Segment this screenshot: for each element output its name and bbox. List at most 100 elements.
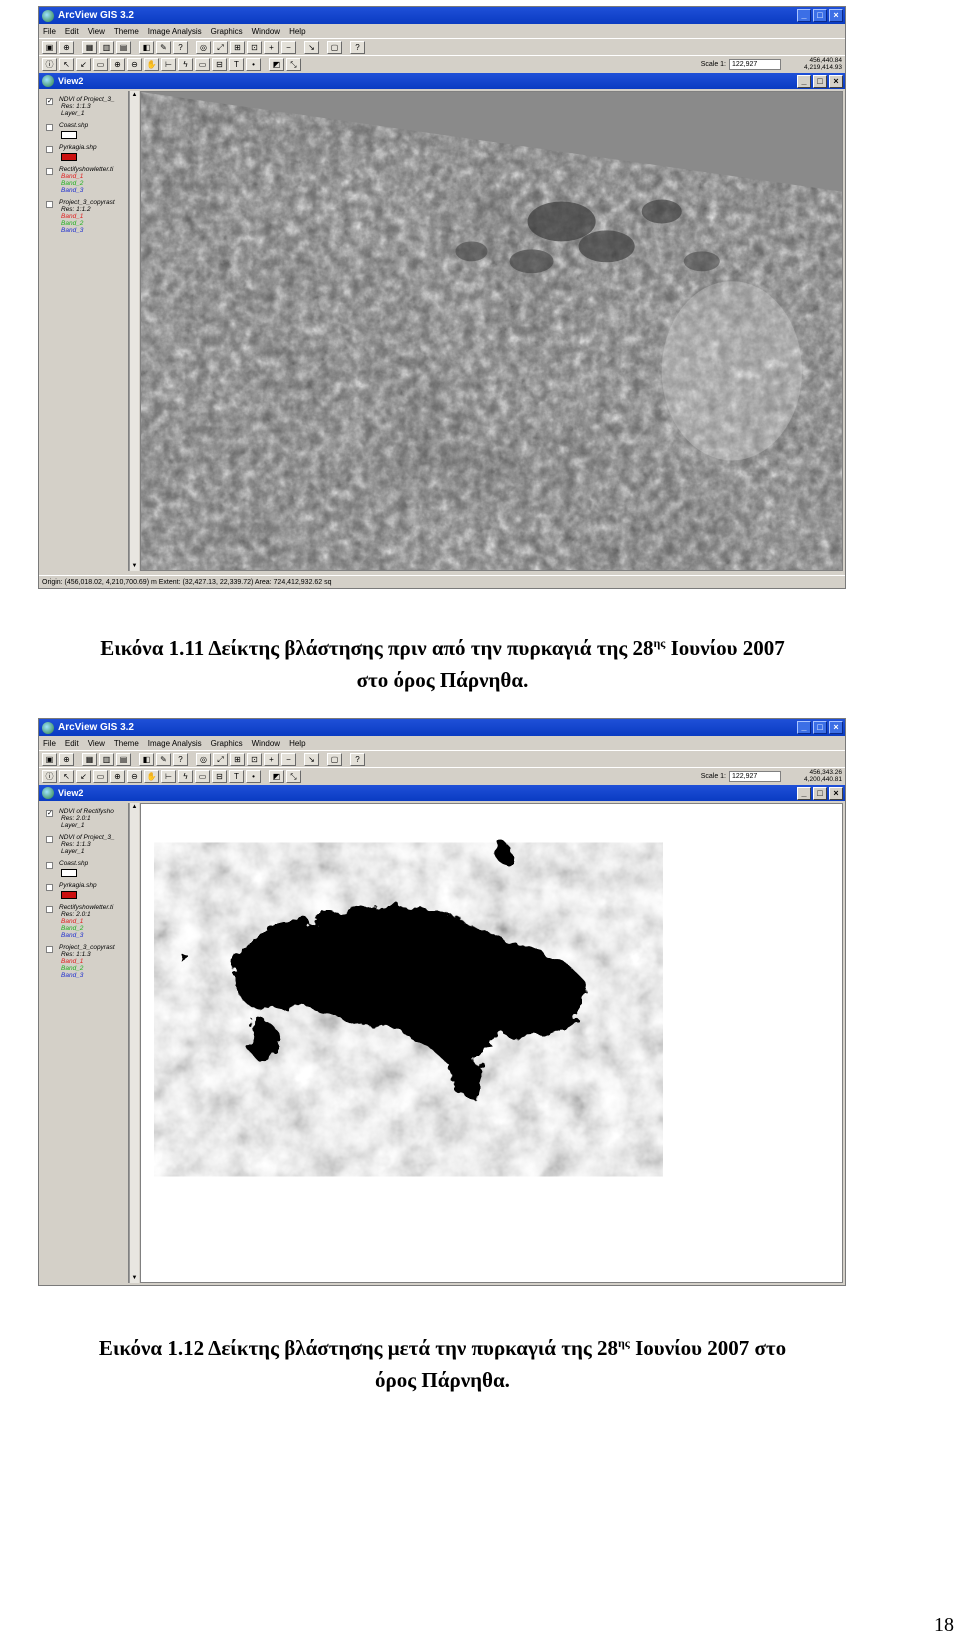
zoom-out-icon[interactable]: − xyxy=(281,752,296,766)
checkbox-icon[interactable] xyxy=(46,884,53,891)
vertex-icon[interactable]: ↙ xyxy=(76,57,91,71)
area-icon[interactable]: ▭ xyxy=(195,769,210,783)
minimize-icon[interactable]: _ xyxy=(797,721,811,734)
toc-theme[interactable]: Project_3_copyrast Res: 1:1.2 Band_1 Band_2… xyxy=(41,199,128,234)
scroll-up-icon[interactable]: ▲ xyxy=(130,91,139,100)
pan-icon[interactable]: ✋ xyxy=(144,769,159,783)
menu-theme[interactable]: Theme xyxy=(114,27,139,36)
toc-theme[interactable]: Coast.shp xyxy=(41,122,128,139)
menu-theme[interactable]: Theme xyxy=(114,739,139,748)
image-tool-2-icon[interactable]: ⤡ xyxy=(286,57,301,71)
map-canvas-ndvi-after[interactable] xyxy=(140,803,843,1283)
scale-input[interactable]: 122,927 xyxy=(729,58,781,70)
zoom-in-icon[interactable]: + xyxy=(264,752,279,766)
zoom-full-icon[interactable]: ⤢ xyxy=(213,40,228,54)
menu-help[interactable]: Help xyxy=(289,739,305,748)
help-icon[interactable]: ? xyxy=(350,752,365,766)
toc-theme[interactable]: Pyrkagia.shp xyxy=(41,144,128,161)
menu-image-analysis[interactable]: Image Analysis xyxy=(148,27,202,36)
chart-icon[interactable]: ▥ xyxy=(99,40,114,54)
toc-theme[interactable]: Rectifyshowletter.ti Band_1 Band_2 Band_3 xyxy=(41,166,128,194)
view-minimize-icon[interactable]: _ xyxy=(797,786,811,800)
checkbox-checked-icon[interactable]: ✓ xyxy=(46,810,53,817)
zoom-theme-icon[interactable]: ⊞ xyxy=(230,752,245,766)
info-icon[interactable]: ⓘ xyxy=(42,57,57,71)
save-icon[interactable]: ▣ xyxy=(42,40,57,54)
zoom-out-icon[interactable]: − xyxy=(281,40,296,54)
menu-file[interactable]: File xyxy=(43,27,56,36)
scale-input[interactable]: 122,927 xyxy=(729,770,781,782)
minimize-icon[interactable]: _ xyxy=(797,9,811,22)
measure-icon[interactable]: ⊢ xyxy=(161,769,176,783)
text-icon[interactable]: T xyxy=(229,57,244,71)
table-icon[interactable]: ▦ xyxy=(82,752,97,766)
menu-edit[interactable]: Edit xyxy=(65,27,79,36)
text-icon[interactable]: T xyxy=(229,769,244,783)
menu-view[interactable]: View xyxy=(88,739,105,748)
toc-theme[interactable]: Pyrkagia.shp xyxy=(41,882,128,899)
locate-icon[interactable]: ◎ xyxy=(196,40,211,54)
menu-window[interactable]: Window xyxy=(252,739,280,748)
hotlink-icon[interactable]: ϟ xyxy=(178,57,193,71)
label-icon[interactable]: ⊟ xyxy=(212,57,227,71)
draw-icon[interactable]: • xyxy=(246,57,261,71)
layout-icon[interactable]: ▤ xyxy=(116,40,131,54)
menu-file[interactable]: File xyxy=(43,739,56,748)
toc-theme[interactable]: Rectifyshowletter.ti Res: 2.0:1 Band_1 Band… xyxy=(41,904,128,939)
toc-theme[interactable]: Coast.shp xyxy=(41,860,128,877)
edit-legend-icon[interactable]: ✎ xyxy=(156,40,171,54)
measure-icon[interactable]: ⊢ xyxy=(161,57,176,71)
menu-view[interactable]: View xyxy=(88,27,105,36)
pointer-icon[interactable]: ↖ xyxy=(59,57,74,71)
draw-icon[interactable]: • xyxy=(246,769,261,783)
menu-graphics[interactable]: Graphics xyxy=(211,739,243,748)
query-icon[interactable]: ? xyxy=(173,40,188,54)
layout-icon[interactable]: ▤ xyxy=(116,752,131,766)
close-icon[interactable]: × xyxy=(829,9,843,22)
checkbox-icon[interactable] xyxy=(46,862,53,869)
checkbox-icon[interactable] xyxy=(46,946,53,953)
pan-icon[interactable]: ✋ xyxy=(144,57,159,71)
help-icon[interactable]: ? xyxy=(350,40,365,54)
zoom-out-tool-icon[interactable]: ⊖ xyxy=(127,57,142,71)
maximize-icon[interactable]: □ xyxy=(813,721,827,734)
image-tool-1-icon[interactable]: ◩ xyxy=(269,57,284,71)
zoom-select-icon[interactable]: ⊡ xyxy=(247,752,262,766)
menu-graphics[interactable]: Graphics xyxy=(211,27,243,36)
image-tool-1-icon[interactable]: ◩ xyxy=(269,769,284,783)
toc-scrollbar[interactable]: ▲ ▼ xyxy=(129,803,139,1283)
menu-image-analysis[interactable]: Image Analysis xyxy=(148,739,202,748)
image-tool-2-icon[interactable]: ⤡ xyxy=(286,769,301,783)
zoom-theme-icon[interactable]: ⊞ xyxy=(230,40,245,54)
label-icon[interactable]: ⊟ xyxy=(212,769,227,783)
menu-edit[interactable]: Edit xyxy=(65,739,79,748)
toc-theme[interactable]: ✓ NDVI of Rectifysho Res: 2.0:1 Layer_1 xyxy=(41,808,128,829)
menu-help[interactable]: Help xyxy=(289,27,305,36)
area-icon[interactable]: ▭ xyxy=(195,57,210,71)
table-icon[interactable]: ▦ xyxy=(82,40,97,54)
save-icon[interactable]: ▣ xyxy=(42,752,57,766)
toc-scrollbar[interactable]: ▲ ▼ xyxy=(129,91,139,571)
select-feature-icon[interactable]: ↘ xyxy=(304,752,319,766)
chart-icon[interactable]: ▥ xyxy=(99,752,114,766)
hotlink-icon[interactable]: ϟ xyxy=(178,769,193,783)
scroll-down-icon[interactable]: ▼ xyxy=(130,1274,139,1283)
checkbox-icon[interactable] xyxy=(46,906,53,913)
add-theme-icon[interactable]: ⊕ xyxy=(59,752,74,766)
add-theme-icon[interactable]: ⊕ xyxy=(59,40,74,54)
zoom-select-icon[interactable]: ⊡ xyxy=(247,40,262,54)
view-close-icon[interactable]: × xyxy=(829,786,843,800)
checkbox-icon[interactable] xyxy=(46,124,53,131)
view-close-icon[interactable]: × xyxy=(829,74,843,88)
map-canvas-ndvi-before[interactable] xyxy=(140,91,843,571)
close-icon[interactable]: × xyxy=(829,721,843,734)
info-icon[interactable]: ⓘ xyxy=(42,769,57,783)
theme-props-icon[interactable]: ◧ xyxy=(139,752,154,766)
select-icon[interactable]: ▭ xyxy=(93,57,108,71)
zoom-full-icon[interactable]: ⤢ xyxy=(213,752,228,766)
zoom-in-icon[interactable]: + xyxy=(264,40,279,54)
checkbox-icon[interactable] xyxy=(46,168,53,175)
zoom-out-tool-icon[interactable]: ⊖ xyxy=(127,769,142,783)
select-feature-icon[interactable]: ↘ xyxy=(304,40,319,54)
toc-theme[interactable]: ✓ NDVI of Project_3_ Res: 1:1.3 Layer_1 xyxy=(41,96,128,117)
